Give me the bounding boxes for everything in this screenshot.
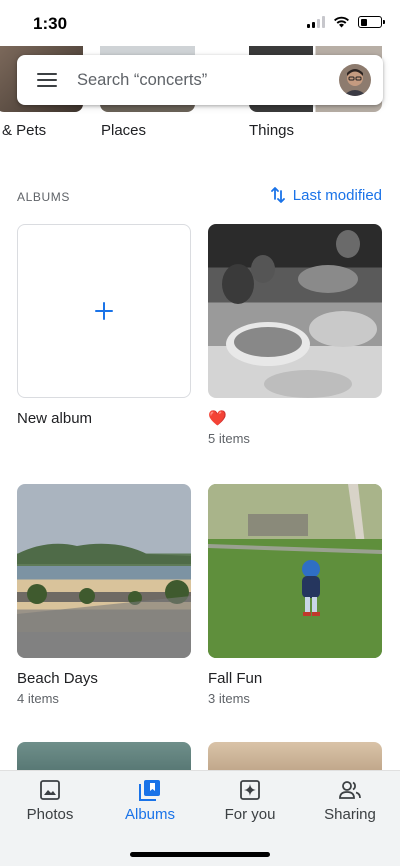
search-input[interactable]: Search “concerts”	[77, 71, 339, 90]
album-card-fall-fun[interactable]: Fall Fun 3 items	[208, 484, 382, 706]
dinner-photo	[222, 230, 377, 398]
nav-for-you[interactable]: For you	[200, 779, 300, 823]
album-cover[interactable]	[17, 484, 191, 658]
album-card-new[interactable]: New album	[17, 224, 191, 428]
sort-button[interactable]: Last modified	[270, 186, 382, 204]
wifi-icon	[334, 16, 349, 28]
battery-icon	[358, 16, 385, 28]
nav-albums[interactable]: Albums	[100, 779, 200, 823]
avatar[interactable]	[339, 64, 371, 96]
sort-label: Last modified	[292, 186, 382, 204]
nav-label: For you	[224, 806, 276, 823]
beach-photo	[17, 543, 191, 658]
status-bar: 1:30	[0, 0, 400, 48]
nav-label: Photos	[26, 806, 74, 823]
album-item-count: 3 items	[208, 691, 250, 706]
menu-icon[interactable]	[37, 73, 57, 87]
nav-photos[interactable]: Photos	[0, 779, 100, 823]
album-card-heart[interactable]: ❤️ 5 items	[208, 224, 382, 446]
plus-icon	[95, 302, 113, 320]
nav-label: Sharing	[324, 806, 376, 823]
search-bar[interactable]: Search “concerts”	[17, 55, 383, 105]
album-card-beach-days[interactable]: Beach Days 4 items	[17, 484, 191, 706]
album-item-count: 5 items	[208, 431, 250, 446]
status-icons	[307, 16, 385, 28]
album-item-count: 4 items	[17, 691, 59, 706]
album-title: New album	[17, 410, 93, 427]
category-label-places[interactable]: Places	[101, 122, 146, 139]
photo-icon	[40, 780, 60, 800]
home-indicator	[130, 852, 270, 857]
album-cover[interactable]	[208, 224, 382, 398]
category-label-pets[interactable]: & Pets	[2, 122, 46, 139]
nav-sharing[interactable]: Sharing	[300, 779, 400, 823]
category-label-things[interactable]: Things	[249, 122, 294, 139]
album-title: Beach Days	[17, 670, 98, 687]
album-title: Fall Fun	[208, 670, 263, 687]
park-photo	[208, 484, 382, 658]
people-icon	[339, 781, 361, 799]
nav-label: Albums	[124, 806, 176, 823]
status-time: 1:30	[33, 14, 68, 33]
albums-icon	[139, 780, 160, 801]
albums-heading: ALBUMS	[17, 190, 70, 204]
cellular-signal-icon	[307, 16, 325, 28]
sort-arrows-icon	[270, 187, 285, 203]
album-title: ❤️	[208, 410, 227, 427]
new-album-tile[interactable]	[17, 224, 191, 398]
album-cover[interactable]	[208, 484, 382, 658]
sparkle-icon	[240, 780, 260, 800]
